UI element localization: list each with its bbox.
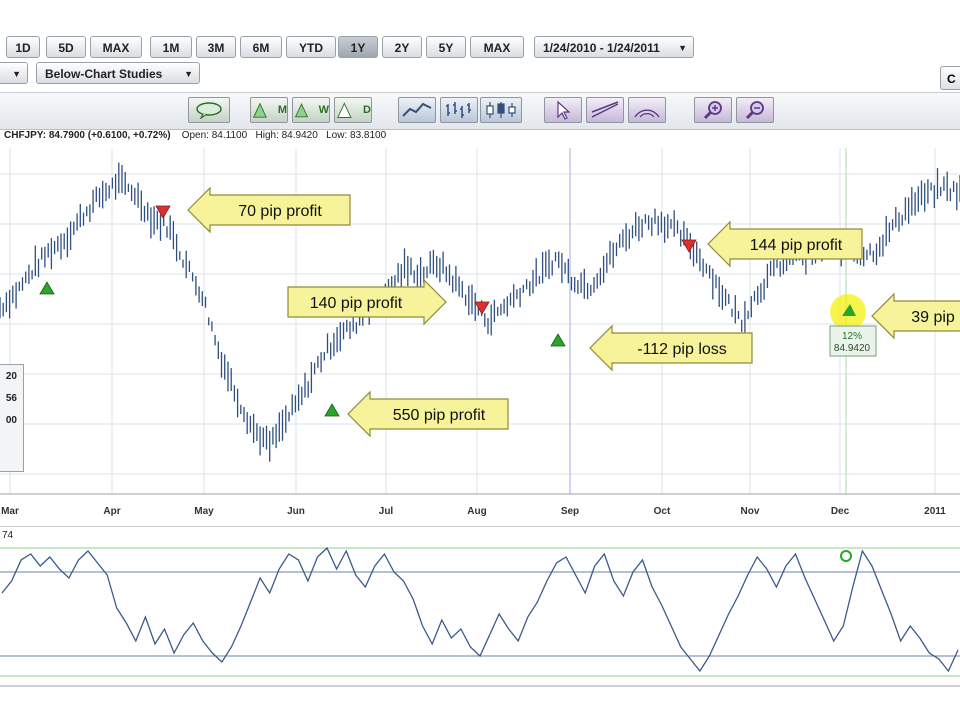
x-tick-label: Aug xyxy=(467,506,486,517)
quote-low: Low: 83.8100 xyxy=(326,130,387,141)
x-tick-label: Nov xyxy=(741,506,760,517)
scale-value-2: 56 xyxy=(5,393,17,404)
monthly-button[interactable]: M xyxy=(250,97,288,123)
range-max-button-2[interactable]: MAX xyxy=(470,36,524,58)
scale-value-3: 00 xyxy=(5,415,17,426)
range-max-button[interactable]: MAX xyxy=(90,36,142,58)
oscillator-label: 74 xyxy=(2,530,14,541)
scale-value-1: 20 xyxy=(5,371,17,382)
range-5d-button[interactable]: 5D xyxy=(46,36,86,58)
date-range-value: 1/24/2010 - 1/24/2011 xyxy=(543,41,660,55)
ohlc-chart-icon[interactable] xyxy=(440,97,478,123)
marker-label: 12% xyxy=(842,331,862,342)
x-tick-label: Mar xyxy=(1,506,19,517)
x-tick-label: Jun xyxy=(287,506,305,517)
x-tick-label: 2011 xyxy=(924,506,946,517)
quote-line: CHFJPY: 84.7900 (+0.6100, +0.72%) Open: … xyxy=(4,130,386,141)
callout-label: 70 pip profit xyxy=(238,203,322,220)
chat-bubble-icon[interactable] xyxy=(188,97,230,123)
callout-label: 550 pip profit xyxy=(393,407,486,424)
daily-button[interactable]: D xyxy=(334,97,372,123)
line-chart-icon[interactable] xyxy=(398,97,436,123)
above-chart-studies-select[interactable]: ▼ xyxy=(0,62,28,84)
range-5y-button[interactable]: 5Y xyxy=(426,36,466,58)
daily-label: D xyxy=(363,104,371,116)
weekly-label: W xyxy=(318,104,329,116)
range-1y-button[interactable]: 1Y xyxy=(338,36,378,58)
callout-label: 144 pip profit xyxy=(750,237,843,254)
range-1d-button[interactable]: 1D xyxy=(6,36,40,58)
x-tick-label: Dec xyxy=(831,506,850,517)
quote-open: Open: 84.1100 xyxy=(181,130,248,141)
callout-label: 39 pip xyxy=(911,309,955,326)
price-scale-panel: 20 56 00 xyxy=(0,364,24,472)
x-tick-label: Apr xyxy=(103,506,120,517)
zoom-in-icon[interactable] xyxy=(694,97,732,123)
trendline-icon[interactable] xyxy=(586,97,624,123)
x-tick-label: Jul xyxy=(379,506,394,517)
weekly-button[interactable]: W xyxy=(292,97,330,123)
side-tab-label: C xyxy=(947,72,956,86)
range-1m-button[interactable]: 1M xyxy=(150,36,192,58)
date-range-select[interactable]: 1/24/2010 - 1/24/2011 ▼ xyxy=(534,36,694,58)
oscillator-chart[interactable]: 74 xyxy=(0,526,960,716)
chevron-down-icon: ▼ xyxy=(678,43,687,53)
x-tick-label: May xyxy=(194,506,214,517)
chevron-down-icon: ▼ xyxy=(184,69,193,79)
fibonacci-icon[interactable] xyxy=(628,97,666,123)
below-chart-studies-label: Below-Chart Studies xyxy=(45,67,163,81)
x-tick-label: Sep xyxy=(561,506,579,517)
range-6m-button[interactable]: 6M xyxy=(240,36,282,58)
quote-symbol: CHFJPY: 84.7900 (+0.6100, +0.72%) xyxy=(4,130,171,141)
side-tab[interactable]: C xyxy=(940,66,960,90)
price-chart-background xyxy=(0,144,960,520)
candlestick-chart-icon[interactable] xyxy=(480,97,522,123)
zoom-out-icon[interactable] xyxy=(736,97,774,123)
callout-label: -112 pip loss xyxy=(637,341,727,358)
price-chart[interactable]: Mar Apr May Jun Jul Aug Sep Oct Nov Dec 2011 12% 8… xyxy=(0,144,960,520)
marker-price: 84.9420 xyxy=(834,343,871,354)
cursor-arrow-icon[interactable] xyxy=(544,97,582,123)
quote-high: High: 84.9420 xyxy=(255,130,318,141)
chevron-down-icon: ▼ xyxy=(12,69,21,79)
range-2y-button[interactable]: 2Y xyxy=(382,36,422,58)
range-ytd-button[interactable]: YTD xyxy=(286,36,336,58)
x-tick-label: Oct xyxy=(654,506,671,517)
range-3m-button[interactable]: 3M xyxy=(196,36,236,58)
callout-label: 140 pip profit xyxy=(310,295,403,312)
below-chart-studies-select[interactable]: Below-Chart Studies ▼ xyxy=(36,62,200,84)
monthly-label: M xyxy=(277,104,287,116)
